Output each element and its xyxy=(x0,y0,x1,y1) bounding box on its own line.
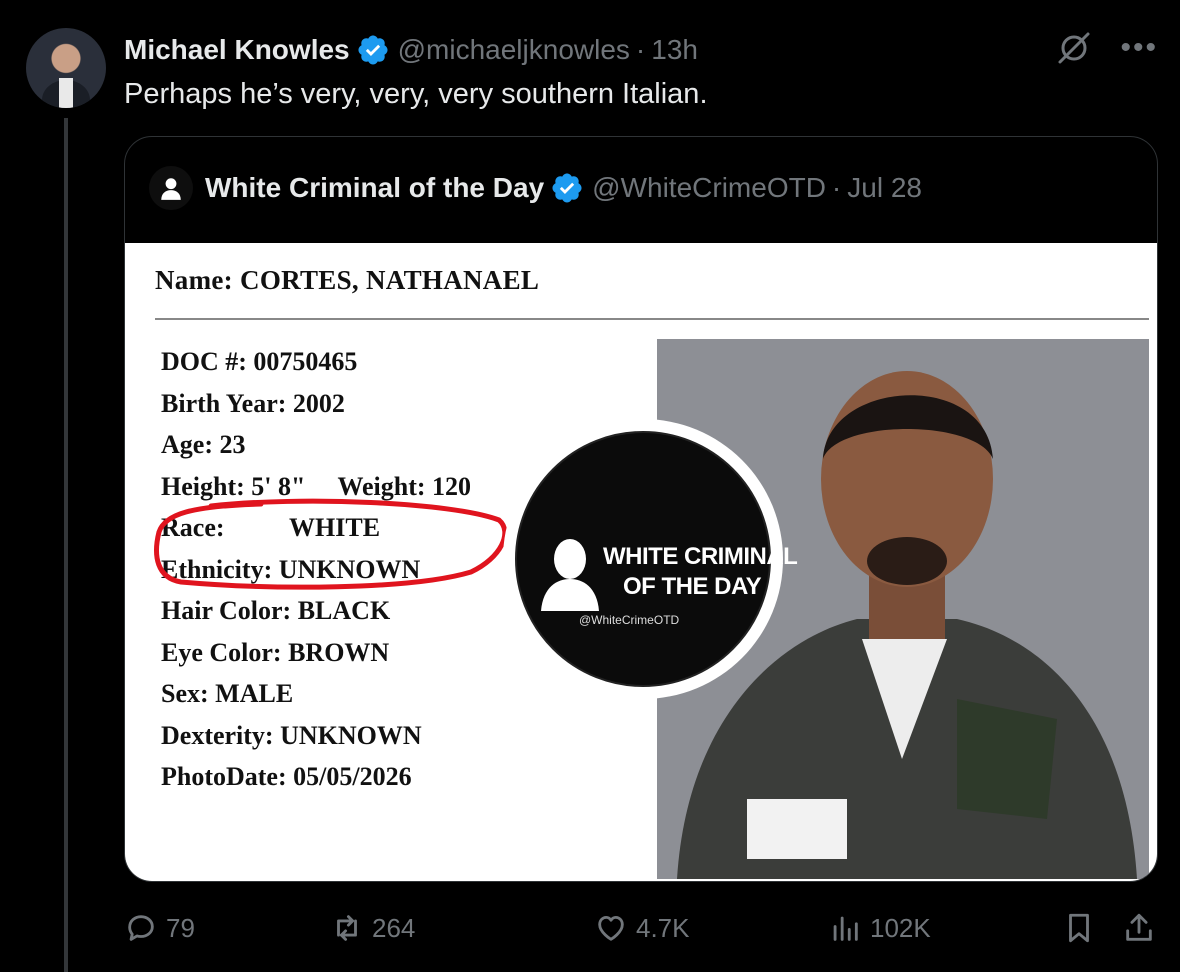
quoted-tweet-header: White Criminal of the Day @WhiteCrimeOTD… xyxy=(149,165,922,211)
record-field: DOC #: 00750465 xyxy=(161,347,358,376)
watermark-logo: WHITE CRIMINAL OF THE DAY @WhiteCrimeOTD xyxy=(503,419,798,699)
share-icon xyxy=(1126,913,1152,941)
tweet-actions: 79 264 4.7K 102K xyxy=(124,906,1160,950)
verified-badge-icon xyxy=(358,35,388,65)
bookmark-icon xyxy=(1069,913,1089,943)
record-field: Birth Year: 2002 xyxy=(161,388,345,418)
record-field: Hair Color: BLACK xyxy=(161,596,391,625)
record-field: Sex: MALE xyxy=(161,679,294,708)
reply-count: 79 xyxy=(166,912,195,943)
record-divider xyxy=(155,318,1149,320)
author-avatar[interactable] xyxy=(26,28,106,108)
quoted-media-image[interactable]: Name: CORTES, NATHANAEL DOC #: 00750465 … xyxy=(125,243,1157,881)
tweet-top-actions: ••• xyxy=(1054,28,1158,68)
views-button[interactable]: 102K xyxy=(828,906,931,950)
red-circle-annotation xyxy=(154,498,508,590)
author-handle[interactable]: @michaeljknowles xyxy=(398,34,630,66)
reply-icon xyxy=(128,915,154,941)
more-icon[interactable]: ••• xyxy=(1120,33,1158,63)
logo-text-line1: WHITE CRIMINAL xyxy=(603,543,798,570)
logo-text-line2: OF THE DAY xyxy=(623,573,762,600)
like-icon xyxy=(598,915,624,941)
repost-button[interactable]: 264 xyxy=(330,906,415,950)
bookmark-button[interactable] xyxy=(1062,906,1096,950)
tweet-text: Perhaps he’s very, very, very southern I… xyxy=(124,78,708,110)
separator-dot: · xyxy=(635,34,646,65)
verified-badge-icon xyxy=(552,173,582,203)
share-button[interactable] xyxy=(1122,906,1156,950)
repost-count: 264 xyxy=(372,912,416,943)
views-count: 102K xyxy=(870,912,931,943)
like-count: 4.7K xyxy=(636,912,690,943)
record-field: PhotoDate: 05/05/2026 xyxy=(161,762,412,791)
person-silhouette-icon xyxy=(541,539,599,611)
quoted-tweet[interactable]: White Criminal of the Day @WhiteCrimeOTD… xyxy=(124,136,1158,882)
record-name: Name: CORTES, NATHANAEL xyxy=(155,265,540,295)
reply-button[interactable]: 79 xyxy=(124,906,195,950)
thread-line xyxy=(64,118,68,972)
views-icon xyxy=(833,916,858,941)
quoted-author-avatar[interactable] xyxy=(149,166,193,210)
quoted-author-name[interactable]: White Criminal of the Day xyxy=(205,172,544,204)
tweet-time[interactable]: 13h xyxy=(651,34,698,66)
logo-handle: @WhiteCrimeOTD xyxy=(579,613,680,627)
quoted-author-handle[interactable]: @WhiteCrimeOTD xyxy=(592,172,826,204)
person-icon xyxy=(161,178,181,200)
quoted-tweet-date[interactable]: Jul 28 xyxy=(847,172,922,204)
separator-dot: · xyxy=(831,172,842,203)
author-name[interactable]: Michael Knowles xyxy=(124,34,350,66)
record-field: Age: 23 xyxy=(161,430,246,459)
tweet-header: Michael Knowles @michaeljknowles · 13h xyxy=(124,30,698,70)
record-field: Dexterity: UNKNOWN xyxy=(161,720,422,750)
like-button[interactable]: 4.7K xyxy=(594,906,690,950)
grok-icon[interactable] xyxy=(1054,28,1094,68)
repost-icon xyxy=(337,915,357,941)
record-field: Eye Color: BROWN xyxy=(161,637,390,667)
